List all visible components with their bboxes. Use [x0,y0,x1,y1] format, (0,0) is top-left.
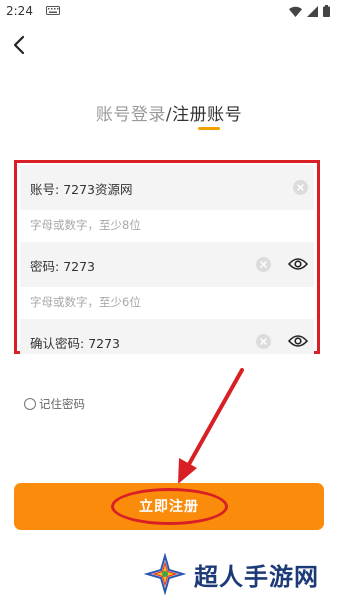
clear-icon[interactable] [256,257,271,272]
watermark-text: 超人手游网 [194,563,319,591]
status-icons [289,5,330,17]
remember-radio[interactable] [24,398,36,410]
register-button-label: 立即注册 [139,499,199,515]
watermark-logo [144,553,186,595]
active-tab-indicator [198,127,220,130]
remember-label: 记住密码 [39,397,85,411]
password-field-text: 密码: 7273 [30,259,96,274]
confirm-password-field[interactable]: 确认密码: 7273 [20,319,314,354]
register-form-highlight: 账号: 7273资源网 字母或数字，至少8位 密码: 7273 字母或数字，至少… [14,160,320,354]
tab-register[interactable]: 注册账号 [172,105,242,125]
remember-password[interactable]: 记住密码 [24,396,85,412]
account-field-text: 账号: 7273资源网 [30,182,133,197]
password-field[interactable]: 密码: 7273 [20,242,314,287]
battery-icon [323,5,330,17]
clear-icon[interactable] [293,180,308,195]
eye-icon[interactable] [288,256,308,272]
status-bar: 2:24 [0,0,338,24]
password-hint: 字母或数字，至少6位 [30,295,141,309]
eye-icon[interactable] [288,333,308,349]
account-hint: 字母或数字，至少8位 [30,218,141,232]
clear-icon[interactable] [256,334,271,349]
tab-login[interactable]: 账号登录 [96,105,166,125]
status-time: 2:24 [6,4,33,18]
account-field[interactable]: 账号: 7273资源网 [20,165,314,210]
signal-icon [307,5,318,17]
wifi-icon [289,6,302,17]
keyboard-icon [46,6,60,15]
back-arrow-icon[interactable] [10,34,30,56]
confirm-password-field-text: 确认密码: 7273 [30,336,121,351]
auth-tabs: 账号登录/注册账号 [0,100,338,125]
